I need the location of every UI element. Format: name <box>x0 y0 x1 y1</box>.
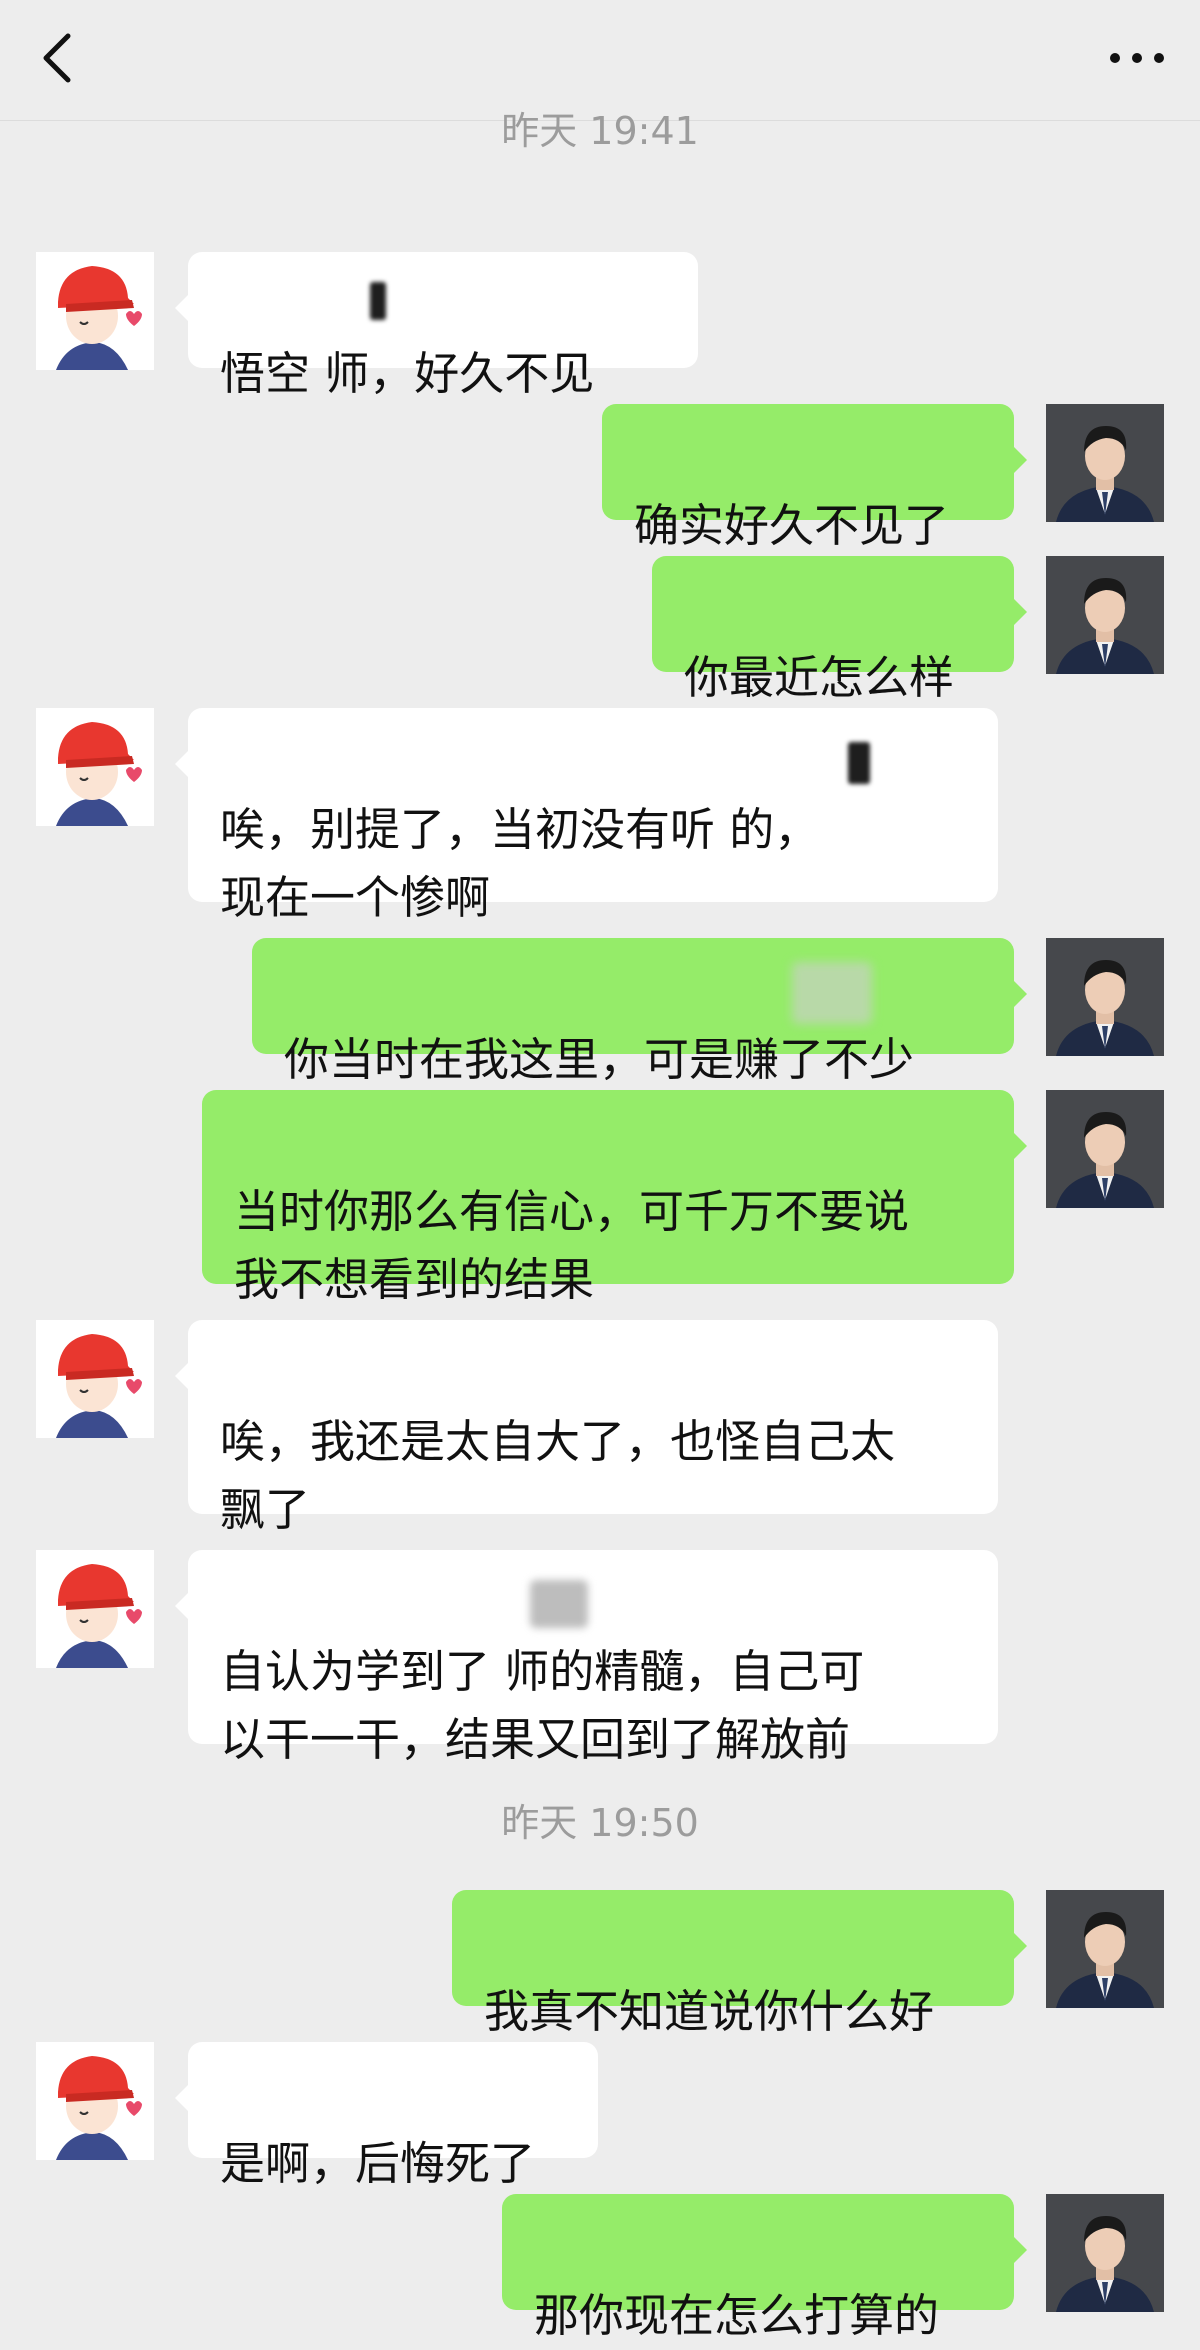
message-bubble-incoming[interactable]: 是啊，后悔死了 <box>175 2042 598 2190</box>
message-text: 确实好久不见了 <box>634 499 950 552</box>
self-avatar[interactable] <box>1046 2194 1164 2312</box>
message-bubble-outgoing[interactable]: 那你现在怎么打算的 <box>502 2194 1027 2342</box>
redaction-mark <box>848 742 870 784</box>
redaction-mark <box>530 1580 588 1628</box>
redaction-mark <box>370 282 386 320</box>
message-text: 唉，别提了，当初没有听 的， 现在一个惨啊 <box>220 803 820 924</box>
message-text: 那你现在怎么打算的 <box>534 2289 940 2342</box>
message-bubble-outgoing[interactable]: 确实好久不见了 <box>602 404 1027 552</box>
contact-avatar[interactable] <box>36 252 154 370</box>
self-avatar[interactable] <box>1046 556 1164 674</box>
redaction-mark <box>308 280 378 338</box>
self-avatar[interactable] <box>1046 404 1164 522</box>
message-bubble-incoming[interactable]: 自认为学到了 师的精髓，自己可 以干一干，结果又回到了解放前 <box>175 1550 998 1766</box>
message-bubble-incoming[interactable]: 悟空 师，好久不见 <box>175 252 698 400</box>
message-bubble-outgoing[interactable]: 你当时在我这里，可是赚了不少 <box>252 938 1027 1086</box>
contact-avatar[interactable] <box>36 1320 154 1438</box>
contact-avatar[interactable] <box>36 1550 154 1668</box>
message-text: 你当时在我这里，可是赚了不少 <box>284 1033 915 1086</box>
more-button[interactable] <box>1102 28 1172 88</box>
timestamp: 昨天 19:41 <box>501 109 699 153</box>
timestamp: 昨天 19:50 <box>501 1801 699 1845</box>
message-text: 当时你那么有信心，可千万不要说 我不想看到的结果 <box>234 1185 910 1306</box>
contact-avatar[interactable] <box>36 708 154 826</box>
self-avatar[interactable] <box>1046 1890 1164 2008</box>
message-bubble-incoming[interactable]: 唉，别提了，当初没有听 的， 现在一个惨啊 <box>175 708 998 924</box>
message-bubble-outgoing[interactable]: 我真不知道说你什么好 <box>452 1890 1027 2038</box>
contact-avatar[interactable] <box>36 2042 154 2160</box>
chevron-left-icon <box>43 33 71 83</box>
message-text: 悟空 师，好久不见 <box>220 347 595 400</box>
message-text: 是啊，后悔死了 <box>220 2137 536 2190</box>
message-text: 唉，我还是太自大了，也怪自己太 飘了 <box>220 1415 896 1536</box>
message-bubble-outgoing[interactable]: 你最近怎么样 <box>652 556 1027 704</box>
ellipsis-icon <box>1110 53 1164 63</box>
self-avatar[interactable] <box>1046 938 1164 1056</box>
message-text: 自认为学到了 师的精髓，自己可 以干一干，结果又回到了解放前 <box>220 1645 865 1766</box>
message-text: 我真不知道说你什么好 <box>484 1985 935 2038</box>
message-bubble-outgoing[interactable]: 当时你那么有信心，可千万不要说 我不想看到的结果 <box>202 1090 1027 1306</box>
redaction-mark <box>792 962 872 1024</box>
message-text: 你最近怎么样 <box>684 651 955 704</box>
message-bubble-incoming[interactable]: 唉，我还是太自大了，也怪自己太 飘了 <box>175 1320 998 1536</box>
self-avatar[interactable] <box>1046 1090 1164 1208</box>
back-button[interactable] <box>28 28 88 88</box>
